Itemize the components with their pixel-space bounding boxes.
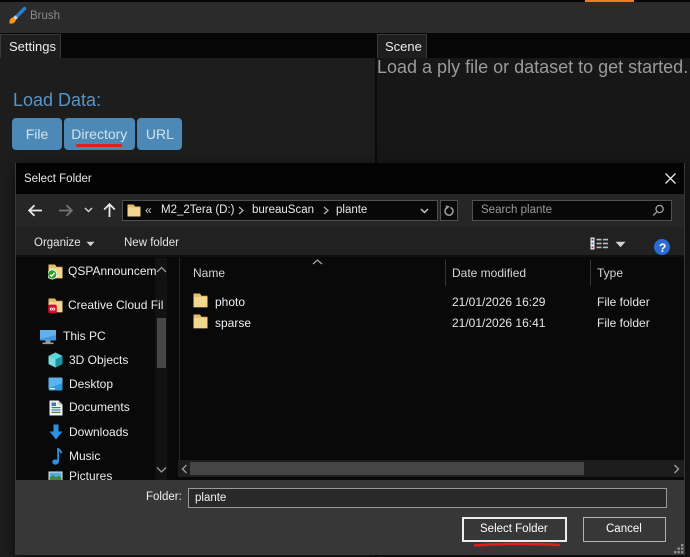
svg-text:∞: ∞ [49, 303, 55, 313]
